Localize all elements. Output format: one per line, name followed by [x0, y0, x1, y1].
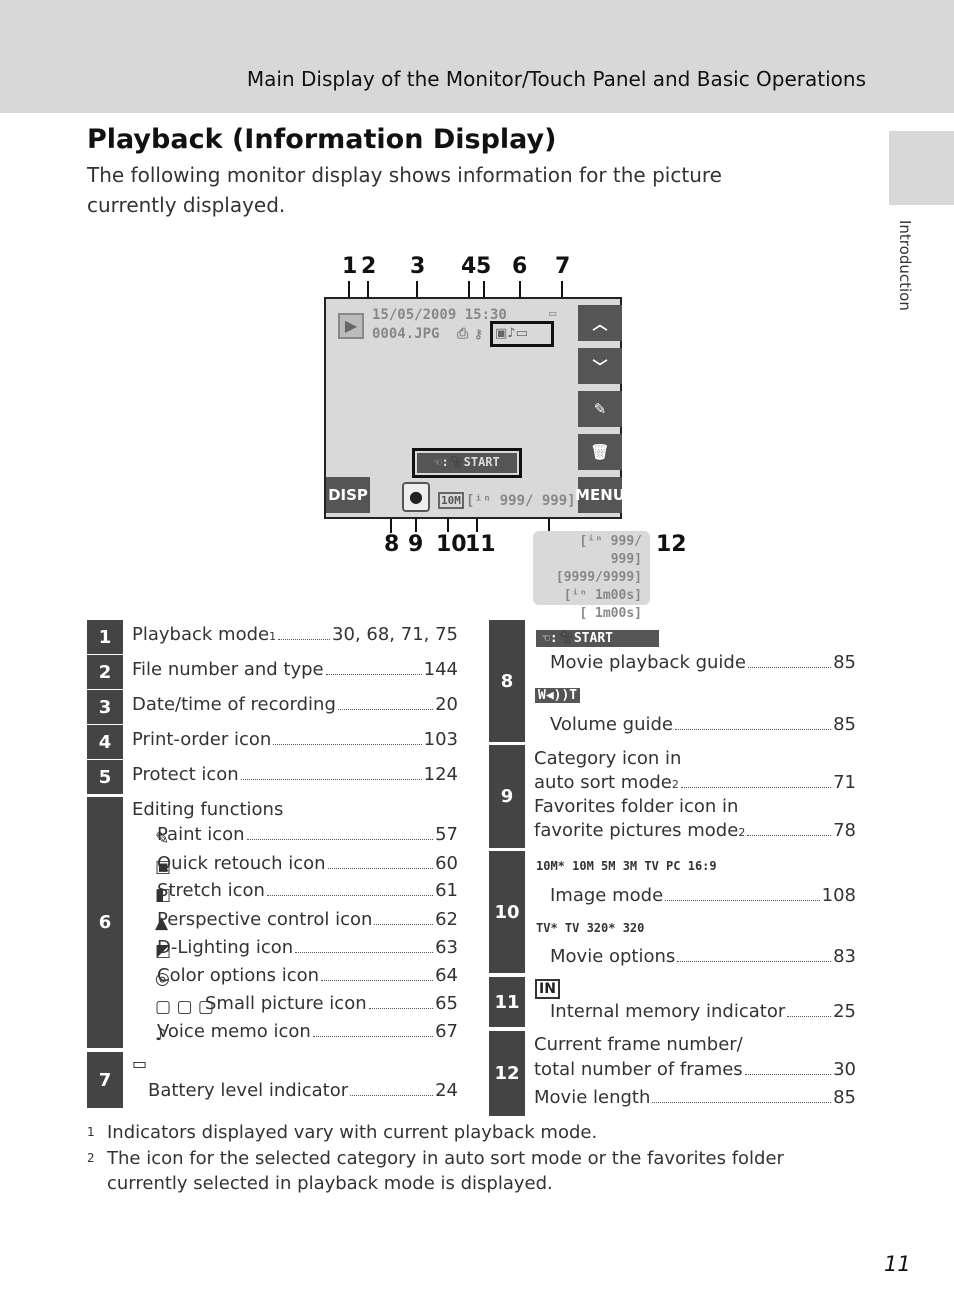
playback-mode-icon: ▶	[338, 313, 364, 339]
edit-function-icons: ✎ ▣ ◧ ▲ ◩ ◎ ▢ ▢ ▢ ♪	[155, 829, 214, 1045]
movie-playback-guide-icon: ☜:🎥START	[536, 630, 659, 647]
table-row: 2 File number and type 144	[87, 655, 458, 689]
callout: 5	[476, 254, 492, 279]
edit-button[interactable]: ✎	[578, 391, 622, 427]
table-row: 5 Protect icon 124	[87, 760, 458, 794]
left-legend-table: 1 Playback mode 1 30, 68, 71, 75 2 File numb…	[87, 620, 458, 1110]
battery-icon: ▭	[132, 1054, 148, 1073]
table-row: 11 IN Internal memory indicator 25	[489, 977, 856, 1027]
frame-number-variants: [ⁱⁿ 999/ 999] [9999/9999] [ⁱⁿ 1m00s][ 1m00…	[533, 531, 650, 621]
datetime: 15/05/2009 15:30	[372, 307, 507, 323]
table-row: 4 Print-order icon 103	[87, 725, 458, 759]
page-header: Main Display of the Monitor/Touch Panel …	[0, 0, 954, 113]
callout: 3	[410, 254, 426, 279]
callout: 10	[436, 532, 467, 557]
file-name: 0004.JPG	[372, 326, 440, 342]
intro-text: The following monitor display shows info…	[87, 163, 722, 217]
frame-count: [ⁱⁿ 999/ 999]	[466, 493, 576, 509]
section-title: Main Display of the Monitor/Touch Panel …	[246, 67, 866, 91]
battery-icon: ▭	[549, 306, 557, 320]
print-order-icon: ⎙	[457, 326, 469, 342]
right-legend-table: 8 ☜:🎥START Movie playback guide 85 W◀))T …	[489, 620, 856, 1116]
menu-button[interactable]: MENU	[575, 477, 625, 513]
disp-button[interactable]: DISP	[326, 477, 370, 513]
scroll-up-button[interactable]: ︿	[578, 305, 622, 341]
table-row: 8 ☜:🎥START Movie playback guide 85 W◀))T …	[489, 620, 856, 742]
callout: 7	[555, 254, 571, 279]
editing-icons: ▣♪▭	[490, 321, 554, 347]
movie-options-icons: TV* TV 320* 320	[536, 921, 645, 935]
page-title: Playback (Information Display)	[87, 124, 557, 155]
callout: 2	[361, 254, 377, 279]
callout: 11	[465, 532, 496, 557]
table-row: 12 Current frame number/ total number of…	[489, 1031, 856, 1116]
table-row: 9 Category icon in auto sort mode 2 71 Fav…	[489, 745, 856, 848]
page-number: 11	[884, 1252, 911, 1276]
callout: 8	[384, 532, 400, 557]
volume-guide-icon: W◀))T	[535, 688, 581, 703]
side-tab-label: Introduction	[896, 220, 914, 311]
table-row: 6 Editing functions Paint icon 57 Quick r…	[87, 797, 458, 1048]
movie-playback-guide: ☜:🎥START	[412, 448, 522, 478]
footnote: 1 Indicators displayed vary with current …	[87, 1122, 598, 1143]
callout: 12	[656, 532, 687, 557]
delete-button[interactable]: 🗑	[578, 434, 622, 470]
table-row: 7 ▭ Battery level indicator 24	[87, 1052, 458, 1108]
callout: 4	[461, 254, 477, 279]
image-mode-icon: 10M	[438, 492, 464, 509]
scroll-down-button[interactable]: ﹀	[578, 348, 622, 384]
table-row: 3 Date/time of recording 20	[87, 690, 458, 724]
table-row: 1 Playback mode 1 30, 68, 71, 75	[87, 620, 458, 654]
footnote: 2 The icon for the selected category in a…	[87, 1148, 784, 1194]
category-icon: ●	[402, 482, 430, 512]
callout: 6	[512, 254, 528, 279]
table-row: 10 10M* 10M 5M 3M TV PC 16:9 Image mode 1…	[489, 851, 856, 973]
image-mode-icons: 10M* 10M 5M 3M TV PC 16:9	[536, 859, 717, 873]
callout: 9	[408, 532, 424, 557]
internal-memory-icon: IN	[535, 979, 560, 999]
side-tab	[889, 131, 954, 205]
protect-icon: ⚷	[474, 327, 483, 341]
monitor-display: ▶ 15/05/2009 15:30 0004.JPG ⎙ ⚷ ▣♪▭ ▭ ☜:…	[324, 297, 625, 519]
callout: 1	[342, 254, 358, 279]
